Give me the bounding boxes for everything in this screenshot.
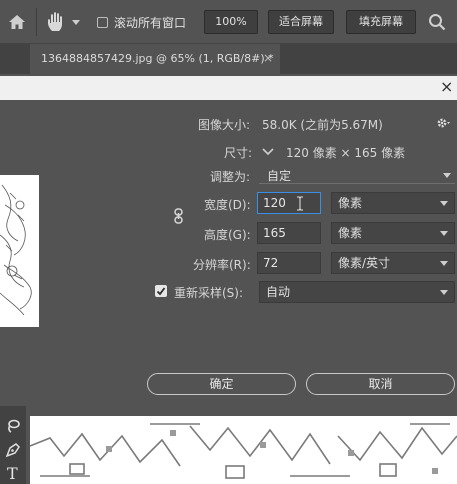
text-cursor-icon [297,196,303,211]
image-size-dialog: × 图像大小: 58.0K (之前为5.67M) 尺寸: 120 像素 × 16… [0,76,457,406]
tools-panel: T [0,406,26,484]
dialog-titlebar[interactable]: × [0,76,457,100]
width-unit-dropdown[interactable]: 像素 [331,192,455,214]
dialog-close-icon[interactable]: × [440,79,454,95]
dialog-body: 图像大小: 58.0K (之前为5.67M) 尺寸: 120 像素 × 165 … [0,100,457,406]
fit-to-label: 调整为: [210,170,251,184]
document-canvas[interactable] [0,406,457,484]
fit-to-value: 自定 [267,169,292,183]
width-unit-caret-icon [440,201,448,206]
search-icon[interactable] [428,13,446,31]
width-input[interactable]: 120 [257,192,321,214]
dimensions-chevron-down-icon[interactable] [262,147,274,157]
options-divider [36,8,37,36]
width-label: 宽度(D): [204,198,251,212]
resolution-unit-value: 像素/英寸 [338,256,391,270]
fit-to-caret-icon [443,173,451,178]
fit-screen-button[interactable]: 适合屏幕 [268,10,334,34]
fit-to-dropdown[interactable]: 自定 [259,166,455,184]
canvas-image [30,416,457,484]
ok-button[interactable]: 确定 [147,373,296,395]
pen-icon[interactable] [5,442,21,458]
checkmark-icon [156,287,166,296]
resample-checkbox[interactable] [155,285,167,297]
height-input[interactable]: 165 [257,222,321,244]
resolution-input[interactable]: 72 [257,252,321,274]
dimensions-label: 尺寸: [224,146,253,160]
height-unit-dropdown[interactable]: 像素 [331,222,455,244]
width-value: 120 [263,196,286,210]
home-icon[interactable] [8,14,26,30]
width-unit-value: 像素 [338,196,363,210]
document-tab-title: 1364884857429.jpg @ 65% (1, RGB/8#) * [41,52,274,65]
resample-value: 自动 [266,285,291,299]
height-unit-value: 像素 [338,226,363,240]
height-unit-caret-icon [440,231,448,236]
image-size-value: 58.0K (之前为5.67M) [262,118,383,132]
tool-preset-caret-icon[interactable] [72,20,80,25]
dimensions-value: 120 像素 × 165 像素 [286,146,406,160]
resample-caret-icon [440,290,448,295]
resolution-unit-dropdown[interactable]: 像素/英寸 [331,252,455,274]
resolution-label: 分辨率(R): [193,258,251,272]
lasso-icon[interactable] [5,418,21,434]
document-tab[interactable]: 1364884857429.jpg @ 65% (1, RGB/8#) * × [30,44,280,74]
preview-drawing [0,184,32,316]
image-preview[interactable] [0,175,39,327]
hand-tool-icon[interactable] [46,11,66,33]
document-tab-close-icon[interactable]: × [263,51,273,65]
resample-dropdown[interactable]: 自动 [259,281,455,303]
options-bar: 滚动所有窗口 100% 适合屏幕 填充屏幕 [0,0,457,44]
height-label: 高度(G): [204,228,251,242]
resolution-value: 72 [263,256,279,270]
document-tab-bar: 1364884857429.jpg @ 65% (1, RGB/8#) * × [0,44,457,74]
resample-label: 重新采样(S): [174,286,244,300]
scroll-all-checkbox[interactable] [97,17,108,28]
canvas-drawing [30,423,457,479]
resolution-unit-caret-icon [440,261,448,266]
type-tool-icon[interactable]: T [7,464,18,483]
scroll-all-label: 滚动所有窗口 [114,16,187,30]
link-icon[interactable] [174,208,183,224]
fill-screen-button[interactable]: 填充屏幕 [346,10,416,34]
height-value: 165 [263,226,286,240]
zoom-100-button[interactable]: 100% [204,10,258,34]
cancel-button[interactable]: 取消 [306,373,455,395]
image-size-label: 图像大小: [198,118,251,132]
gear-icon[interactable] [436,116,450,130]
